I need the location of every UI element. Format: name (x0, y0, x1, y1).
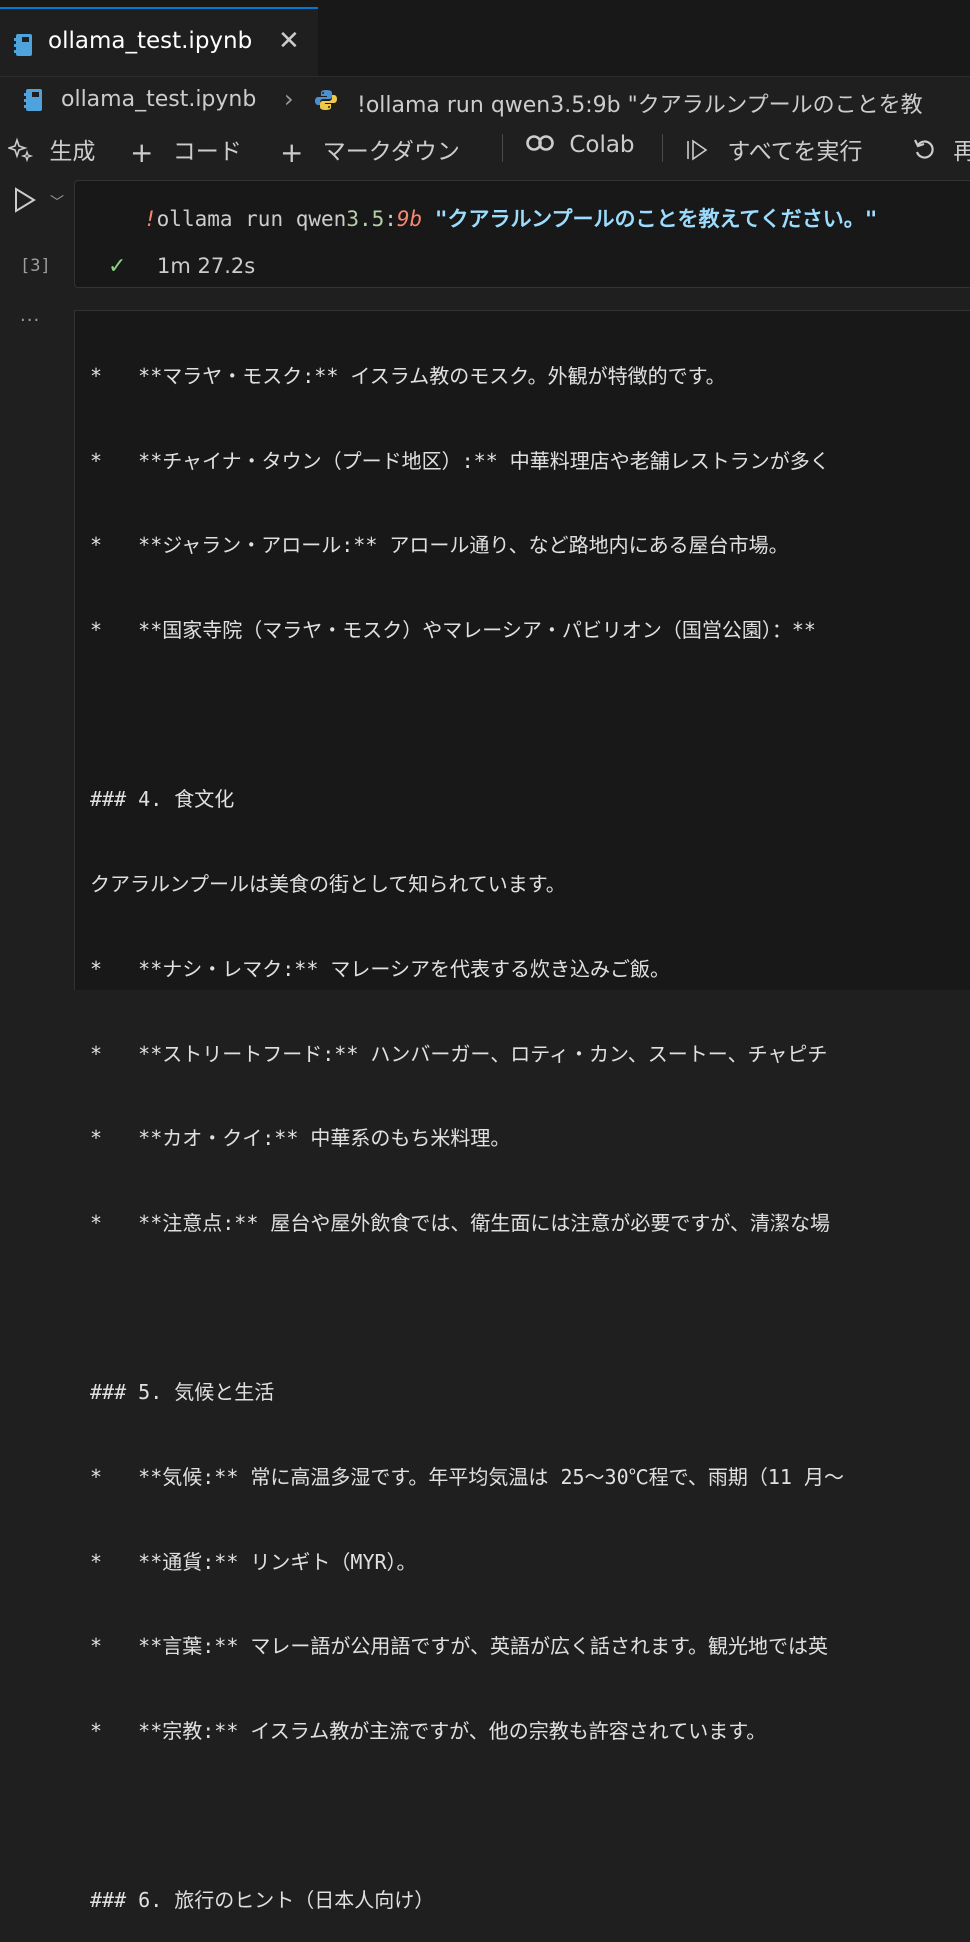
code-token-version: 3.5 (346, 207, 385, 231)
add-code-button[interactable]: + コード (130, 132, 242, 169)
add-code-label: コード (172, 139, 242, 165)
notebook-toolbar: 生成 + コード + マークダウン Colab すべてを実行 再 (0, 124, 970, 174)
output-line: * **通貨:** リンギト（MYR）。 (90, 1549, 417, 1574)
output-line: ### 4. 食文化 (90, 787, 235, 812)
success-check-icon: ✓ (108, 254, 127, 279)
restart-icon (912, 137, 938, 169)
sparkle-icon (6, 136, 34, 169)
output-text: * **マラヤ・モスク:** イスラム教のモスク。外観が特徴的です。 * **チ… (90, 310, 970, 1942)
restart-button[interactable]: 再 (912, 132, 970, 169)
code-token-colon: : (384, 207, 397, 231)
output-line: * **カオ・クイ:** 中華系のもち米料理。 (90, 1126, 511, 1151)
toolbar-divider (662, 134, 663, 162)
colab-button[interactable]: Colab (524, 132, 635, 159)
breadcrumb: ollama_test.ipynb › !ollama run qwen3.5:… (0, 78, 970, 124)
breadcrumb-cell[interactable]: !ollama run qwen3.5:9b "クアラルンプールのことを教 (357, 87, 923, 119)
generate-button[interactable]: 生成 (6, 132, 96, 169)
output-line: * **言葉:** マレー語が公用語ですが、英語が広く話されます。観光地では英 (90, 1634, 829, 1659)
tab-label: ollama_test.ipynb (48, 28, 253, 54)
run-all-icon (684, 136, 712, 170)
breadcrumb-file[interactable]: ollama_test.ipynb (61, 87, 256, 112)
execution-time: 1m 27.2s (157, 254, 256, 278)
notebook-icon (24, 88, 44, 116)
output-line: * **ストリートフード:** ハンバーガー、ロティ・カン、スートー、チャピチ (90, 1041, 828, 1066)
add-markdown-label: マークダウン (322, 139, 460, 165)
code-token-command: ollama run qwen (156, 207, 347, 231)
chevron-right-icon: › (284, 85, 294, 113)
editor-tab-bar: ollama_test.ipynb ✕ (0, 0, 970, 77)
run-all-button[interactable]: すべてを実行 (684, 132, 862, 170)
output-line: ### 5. 気候と生活 (90, 1380, 275, 1405)
generate-label: 生成 (49, 139, 96, 165)
output-line: ### 6. 旅行のヒント（日本人向け） (90, 1888, 435, 1913)
output-line: * **注意点:** 屋台や屋外飲食では、衛生面には注意が必要ですが、清潔な場 (90, 1210, 831, 1235)
output-line: * **ナシ・レマク:** マレーシアを代表する炊き込みご飯。 (90, 956, 671, 981)
output-more-actions-button[interactable]: ··· (20, 310, 40, 331)
colab-icon (524, 133, 556, 159)
plus-icon: + (280, 136, 304, 169)
python-icon (314, 88, 338, 116)
code-editor-line[interactable]: !ollama run qwen3.5:9b "クアラルンプールのことを教えてく… (144, 203, 877, 233)
run-cell-icon[interactable] (12, 186, 38, 218)
plus-icon: + (130, 136, 154, 169)
add-markdown-button[interactable]: + マークダウン (280, 132, 460, 169)
output-line: * **宗教:** イスラム教が主流ですが、他の宗教も許容されています。 (90, 1719, 767, 1743)
chevron-down-icon[interactable]: ﹀ (50, 192, 64, 212)
output-line: * **ジャラン・アロール:** アロール通り、など路地内にある屋台市場。 (90, 533, 789, 558)
colab-label: Colab (569, 132, 635, 158)
toolbar-divider (502, 134, 503, 162)
output-line: * **国家寺院（マラヤ・モスク）やマレーシア・パビリオン（国営公園）：** (90, 618, 816, 643)
output-line: * **気候:** 常に高温多湿です。年平均気温は 25〜30℃程で、雨期（11… (90, 1464, 844, 1489)
code-token-tag: 9b (396, 207, 423, 231)
output-line: * **マラヤ・モスク:** イスラム教のモスク。外観が特徴的です。 (90, 364, 726, 388)
run-all-label: すべてを実行 (727, 139, 863, 165)
close-icon[interactable]: ✕ (278, 26, 300, 56)
execution-count: [3] (20, 256, 51, 276)
notebook-icon (14, 33, 34, 61)
restart-label: 再 (953, 139, 970, 165)
output-line: クアラルンプールは美食の街として知られています。 (90, 872, 566, 897)
code-token-string: "クアラルンプールのことを教えてください。" (434, 207, 878, 231)
tab-ollama-test[interactable]: ollama_test.ipynb ✕ (0, 7, 318, 76)
code-token-bang: ! (144, 207, 157, 231)
output-line: * **チャイナ・タウン（プード地区）:** 中華料理店や老舗レストランが多く (90, 448, 830, 473)
